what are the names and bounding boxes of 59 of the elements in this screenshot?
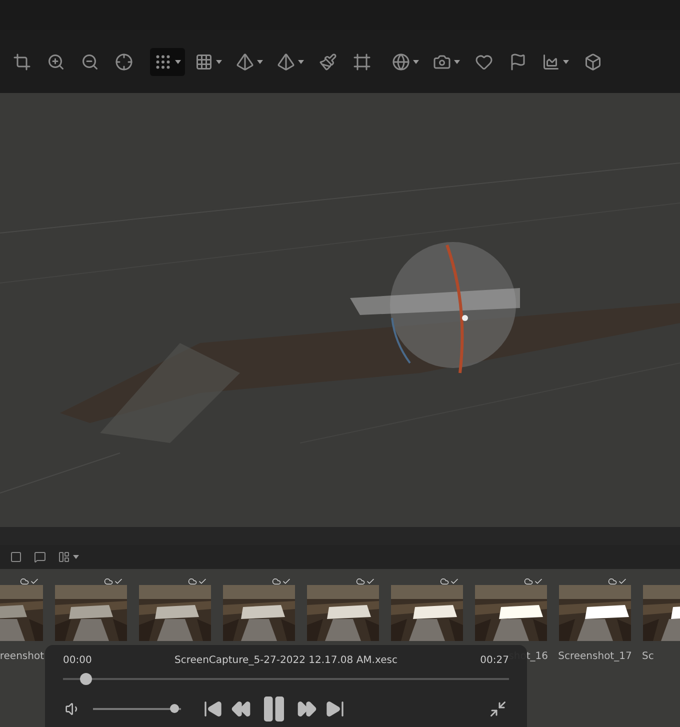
check-icon — [534, 577, 543, 586]
caret-icon — [298, 60, 304, 64]
chat-icon — [34, 551, 46, 563]
camera-icon — [433, 52, 451, 70]
heart-icon — [475, 52, 493, 70]
flag-icon — [509, 52, 527, 70]
globe-icon — [392, 52, 410, 70]
layout-icon — [58, 551, 70, 563]
pyramid-icon — [277, 52, 295, 70]
volume-handle[interactable] — [170, 704, 179, 713]
grid-icon — [195, 52, 213, 70]
zoom-out-icon — [81, 52, 99, 70]
box-icon — [584, 52, 602, 70]
rewind-button[interactable] — [229, 699, 253, 719]
chart-icon — [542, 52, 560, 70]
skip-forward-icon — [325, 699, 345, 719]
points-tool-button[interactable] — [150, 48, 185, 76]
check-icon — [30, 577, 39, 586]
square-icon — [10, 551, 22, 563]
points-icon — [154, 52, 172, 70]
thumbnail-label: Screenshot_17 — [558, 651, 632, 662]
start-time: 00:00 — [63, 655, 92, 666]
skip-back-icon — [203, 699, 223, 719]
caret-icon — [257, 60, 263, 64]
rewind-icon — [231, 699, 251, 719]
video-title: ScreenCapture_5-27-2022 12.17.08 AM.xesc — [174, 655, 398, 666]
check-icon — [366, 577, 375, 586]
caret-icon — [73, 555, 79, 559]
caret-icon — [175, 60, 181, 64]
cloud-icon — [104, 577, 113, 586]
zoom-in-icon — [47, 52, 65, 70]
fast-forward-button[interactable] — [295, 699, 319, 719]
check-icon — [198, 577, 207, 586]
cloud-icon — [524, 577, 533, 586]
frame-icon — [353, 52, 371, 70]
caret-icon — [216, 60, 222, 64]
thumbnail-label: reenshot — [0, 651, 44, 662]
end-time: 00:27 — [480, 655, 509, 666]
check-icon — [618, 577, 627, 586]
crop-icon — [13, 52, 31, 70]
check-icon — [282, 577, 291, 586]
check-icon — [114, 577, 123, 586]
cloud-icon — [608, 577, 617, 586]
thumbnail-label: Sc — [642, 651, 654, 662]
brush-icon — [319, 52, 337, 70]
cloud-icon — [188, 577, 197, 586]
caret-icon — [413, 60, 419, 64]
cloud-icon — [20, 577, 29, 586]
cloud-icon — [440, 577, 449, 586]
check-icon — [450, 577, 459, 586]
target-icon — [115, 52, 133, 70]
cloud-icon — [272, 577, 281, 586]
caret-icon — [454, 60, 460, 64]
pyramid-icon — [236, 52, 254, 70]
minimize-icon — [489, 700, 507, 718]
seek-handle[interactable] — [80, 673, 92, 685]
caret-icon — [563, 60, 569, 64]
fast-forward-icon — [297, 699, 317, 719]
cloud-icon — [356, 577, 365, 586]
